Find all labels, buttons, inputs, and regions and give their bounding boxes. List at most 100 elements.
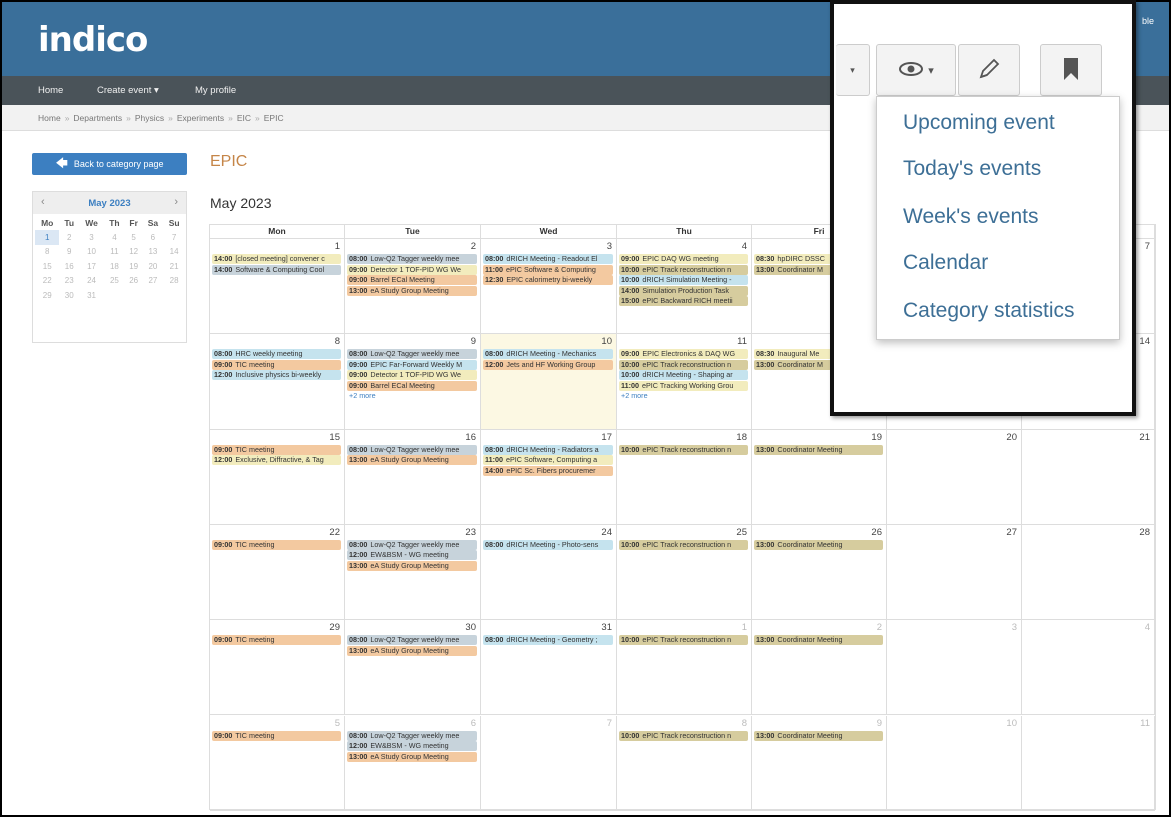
calendar-event[interactable]: 09:00 EPIC Electronics & DAQ WG [619,349,748,360]
mini-calendar-day[interactable]: 2 [59,230,78,245]
mini-calendar-day[interactable]: 18 [104,259,125,274]
mini-calendar-day[interactable]: 29 [35,288,59,303]
back-to-category-button[interactable]: 🡄 Back to category page [32,153,187,175]
calendar-event[interactable]: 08:00 dRICH Meeting - Geometry ; [483,635,613,646]
calendar-event[interactable]: 08:00 Low-Q2 Tagger weekly mee [347,539,477,550]
calendar-event[interactable]: 13:00 eA Study Group Meeting [347,645,477,656]
calendar-event[interactable]: 13:00 eA Study Group Meeting [347,455,477,466]
indico-logo[interactable]: indico [38,20,148,60]
menu-item-calendar[interactable]: Calendar [903,251,988,275]
mini-calendar-title[interactable]: May 2023 [33,198,186,209]
calendar-event[interactable]: 10:00 ePIC Track reconstruction n [619,730,748,741]
calendar-event[interactable]: 12:00 EW&BSM - WG meeting [347,550,477,561]
menu-item-category-statistics[interactable]: Category statistics [903,299,1075,323]
breadcrumb-link[interactable]: Departments [73,113,122,123]
calendar-event[interactable]: 14:00 [closed meeting] convener c [212,254,341,264]
breadcrumb-link[interactable]: Home [38,113,61,123]
calendar-event[interactable]: 09:00 Barrel ECal Meeting [347,380,477,391]
calendar-event[interactable]: 09:00 Detector 1 TOF-PID WG We [347,264,477,275]
calendar-event[interactable]: 12:00 Inclusive physics bi-weekly [212,370,341,381]
breadcrumb-link[interactable]: EIC [237,113,251,123]
calendar-event[interactable]: 11:00 ePIC Software, Computing a [483,455,613,466]
calendar-event[interactable]: 08:00 Low-Q2 Tagger weekly mee [347,254,477,264]
mini-calendar-day[interactable]: 23 [59,274,78,289]
menu-item-todays-events[interactable]: Today's events [903,157,1041,181]
calendar-event[interactable]: 09:00 TIC meeting [212,539,341,550]
calendar-event[interactable]: 08:00 HRC weekly meeting [212,349,341,360]
calendar-event[interactable]: 12:00 Jets and HF Working Group [483,359,613,370]
dropdown-button[interactable]: ▾ [836,44,870,96]
breadcrumb-link[interactable]: EPIC [264,113,284,123]
breadcrumb-link[interactable]: Physics [135,113,164,123]
calendar-event[interactable]: 13:00 eA Study Group Meeting [347,751,477,762]
calendar-event[interactable]: 13:00 Coordinator Meeting [754,635,883,646]
calendar-event[interactable]: 12:00 EW&BSM - WG meeting [347,741,477,751]
mini-calendar-day[interactable]: 4 [104,230,125,245]
mini-calendar-day[interactable]: 28 [163,274,185,289]
mini-calendar-day[interactable]: 13 [143,245,164,260]
calendar-event[interactable]: 11:00 ePIC Tracking Working Grou [619,380,748,391]
mini-calendar-day[interactable]: 7 [163,230,185,245]
mini-calendar-day[interactable]: 25 [104,274,125,289]
nav-create-event[interactable]: Create event ▾ [97,85,159,96]
calendar-event[interactable]: 14:00 Simulation Production Task [619,285,748,296]
more-events-link[interactable]: +2 more [621,391,648,400]
mini-calendar-day[interactable]: 27 [143,274,164,289]
mini-calendar-day[interactable]: 22 [35,274,59,289]
calendar-event[interactable]: 10:00 ePIC Track reconstruction n [619,444,748,455]
mini-calendar-day[interactable]: 31 [79,288,104,303]
mini-calendar-day[interactable]: 17 [79,259,104,274]
mini-calendar-day[interactable]: 19 [125,259,143,274]
calendar-event[interactable]: 08:00 Low-Q2 Tagger weekly mee [347,730,477,741]
mini-calendar-day[interactable]: 9 [59,245,78,260]
mini-calendar-day[interactable]: 24 [79,274,104,289]
mini-calendar-day[interactable]: 21 [163,259,185,274]
mini-calendar-day[interactable]: 5 [125,230,143,245]
calendar-event[interactable]: 10:00 ePIC Track reconstruction n [619,359,748,370]
calendar-event[interactable]: 10:00 ePIC Track reconstruction n [619,539,748,550]
mini-calendar-day[interactable]: 3 [79,230,104,245]
calendar-event[interactable]: 08:00 dRICH Meeting - Radiators a [483,444,613,455]
bookmark-button[interactable] [1040,44,1102,96]
calendar-event[interactable]: 09:00 TIC meeting [212,444,341,455]
calendar-event[interactable]: 09:00 TIC meeting [212,635,341,646]
mini-calendar-day[interactable]: 15 [35,259,59,274]
nav-home[interactable]: Home [38,85,63,96]
mini-calendar-day[interactable]: 16 [59,259,78,274]
calendar-event[interactable]: 13:00 Coordinator Meeting [754,444,883,455]
mini-calendar-day[interactable]: 30 [59,288,78,303]
mini-calendar-day[interactable]: 20 [143,259,164,274]
breadcrumb-link[interactable]: Experiments [177,113,224,123]
mini-calendar-day[interactable]: 10 [79,245,104,260]
calendar-event[interactable]: 09:00 EPIC DAQ WG meeting [619,254,748,264]
mini-calendar-day[interactable]: 1 [35,230,60,245]
more-events-link[interactable]: +2 more [349,391,376,400]
calendar-event[interactable]: 08:00 dRICH Meeting - Photo-sens [483,539,613,550]
nav-my-profile[interactable]: My profile [195,85,236,96]
chevron-right-icon[interactable]: › [174,196,178,208]
calendar-event[interactable]: 15:00 ePIC Backward RICH meetii [619,296,748,306]
mini-calendar-day[interactable]: 12 [125,245,143,260]
calendar-event[interactable]: 10:00 ePIC Track reconstruction n [619,264,748,275]
calendar-event[interactable]: 11:00 ePIC Software & Computing [483,264,613,275]
calendar-event[interactable]: 09:00 Detector 1 TOF-PID WG We [347,370,477,381]
calendar-event[interactable]: 09:00 EPIC Far-Forward Weekly M [347,359,477,370]
mini-calendar-day[interactable]: 8 [35,245,59,260]
user-menu[interactable]: ble [1142,16,1154,26]
view-button[interactable]: ▾ [876,44,956,96]
calendar-event[interactable]: 12:00 Exclusive, Diffractive, & Tag [212,455,341,466]
calendar-event[interactable]: 13:00 Coordinator Meeting [754,539,883,550]
calendar-event[interactable]: 08:00 Low-Q2 Tagger weekly mee [347,635,477,646]
calendar-event[interactable]: 08:00 dRICH Meeting - Readout El [483,254,613,264]
calendar-event[interactable]: 09:00 TIC meeting [212,359,341,370]
calendar-event[interactable]: 08:00 Low-Q2 Tagger weekly mee [347,349,477,360]
mini-calendar-day[interactable]: 26 [125,274,143,289]
calendar-event[interactable]: 14:00 ePIC Sc. Fibers procuremer [483,465,613,476]
calendar-event[interactable]: 08:00 Low-Q2 Tagger weekly mee [347,444,477,455]
calendar-event[interactable]: 14:00 Software & Computing Cool [212,264,341,275]
edit-button[interactable] [958,44,1020,96]
calendar-event[interactable]: 10:00 dRICH Simulation Meeting - [619,275,748,285]
calendar-event[interactable]: 10:00 dRICH Meeting - Shaping ar [619,370,748,381]
mini-calendar-day[interactable]: 6 [143,230,164,245]
calendar-event[interactable]: 13:00 eA Study Group Meeting [347,560,477,571]
